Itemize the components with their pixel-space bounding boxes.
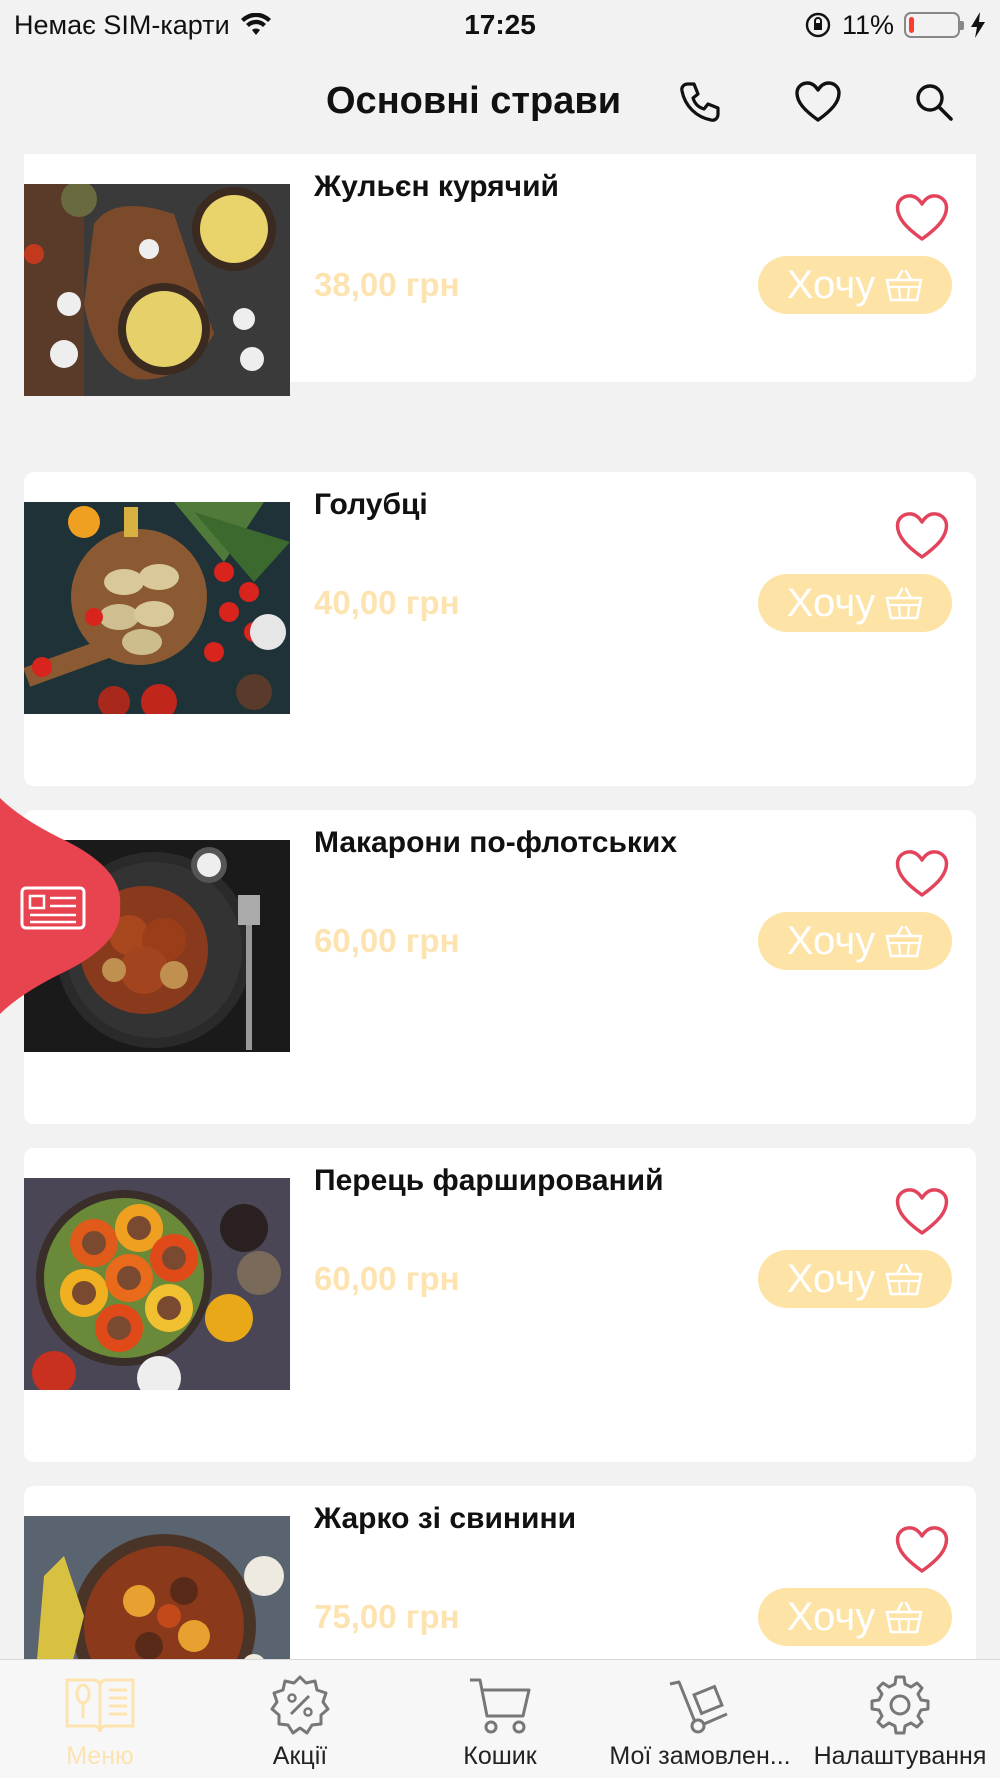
dish-list[interactable]: Жульєн курячий 38,00 грн Хочу Голубці 40… bbox=[0, 154, 1000, 1659]
cart-icon bbox=[470, 1678, 531, 1734]
tab-promotions[interactable]: Акції bbox=[200, 1660, 400, 1778]
wifi-icon bbox=[240, 13, 271, 35]
status-left: Немає SIM-карти bbox=[14, 10, 272, 41]
favorite-button[interactable] bbox=[894, 1186, 950, 1238]
heart-outline-icon bbox=[895, 1526, 949, 1573]
tab-label: Налаштування bbox=[813, 1742, 987, 1770]
basket-icon bbox=[885, 1263, 923, 1296]
heart-outline-icon bbox=[895, 512, 949, 559]
tab-bar: Меню Акції Кошик Мої замовлен... Налашту… bbox=[0, 1659, 1000, 1778]
dish-image bbox=[24, 1516, 290, 1659]
tab-label: Кошик bbox=[463, 1742, 537, 1770]
status-right: 11% bbox=[804, 10, 986, 41]
favorite-button[interactable] bbox=[894, 848, 950, 900]
want-button-label: Хочу bbox=[786, 918, 876, 963]
charging-icon bbox=[971, 12, 985, 38]
favorite-button[interactable] bbox=[894, 510, 950, 562]
dish-price: 38,00 грн bbox=[314, 266, 460, 303]
dish-card[interactable]: Жульєн курячий 38,00 грн Хочу bbox=[24, 154, 976, 396]
orientation-lock-icon bbox=[805, 12, 831, 38]
dish-price: 40,00 грн bbox=[314, 584, 460, 621]
hand-truck-icon bbox=[669, 1680, 728, 1734]
dish-image bbox=[24, 184, 290, 396]
favorite-button[interactable] bbox=[894, 192, 950, 244]
battery-percent: 11% bbox=[841, 9, 894, 40]
dish-price: 60,00 грн bbox=[314, 922, 460, 959]
dish-name: Жарко зі свинини bbox=[314, 1502, 577, 1535]
heart-outline-icon bbox=[895, 1188, 949, 1235]
discount-icon bbox=[270, 1675, 330, 1735]
dish-card[interactable]: Перець фарширований 60,00 грн Хочу bbox=[24, 1148, 976, 1462]
gear-icon bbox=[870, 1675, 930, 1735]
basket-icon bbox=[885, 925, 923, 958]
favorites-button[interactable] bbox=[792, 76, 844, 128]
want-button-label: Хочу bbox=[786, 1256, 876, 1301]
want-button[interactable]: Хочу bbox=[758, 912, 952, 970]
dish-image bbox=[24, 502, 290, 714]
menu-book-icon bbox=[65, 1678, 135, 1733]
tab-settings[interactable]: Налаштування bbox=[800, 1660, 1000, 1778]
tab-label: Меню bbox=[66, 1742, 134, 1770]
tab-menu[interactable]: Меню bbox=[0, 1660, 200, 1778]
heart-icon bbox=[795, 81, 841, 122]
tab-label: Акції bbox=[272, 1742, 328, 1770]
search-button[interactable] bbox=[908, 76, 960, 128]
want-button-label: Хочу bbox=[786, 580, 876, 625]
search-icon bbox=[916, 84, 953, 121]
status-bar: Немає SIM-карти 17:25 11% bbox=[0, 0, 1000, 50]
want-button-label: Хочу bbox=[786, 262, 876, 307]
tab-label: Мої замовлен... bbox=[609, 1742, 791, 1770]
favorite-button[interactable] bbox=[894, 1524, 950, 1576]
tab-cart[interactable]: Кошик bbox=[400, 1660, 600, 1778]
want-button[interactable]: Хочу bbox=[758, 256, 952, 314]
tab-orders[interactable]: Мої замовлен... bbox=[600, 1660, 800, 1778]
phone-button[interactable] bbox=[674, 76, 726, 128]
dish-name: Перець фарширований bbox=[314, 1164, 664, 1197]
dish-name: Голубці bbox=[314, 488, 428, 521]
want-button[interactable]: Хочу bbox=[758, 1250, 952, 1308]
page-title: Основні страви bbox=[326, 80, 622, 122]
dish-name: Жульєн курячий bbox=[314, 170, 559, 203]
dish-card[interactable]: Жарко зі свинини 75,00 грн Хочу bbox=[24, 1486, 976, 1659]
side-menu-tab[interactable] bbox=[0, 798, 124, 1014]
battery-fill bbox=[909, 17, 915, 33]
heart-outline-icon bbox=[895, 850, 949, 897]
want-button-label: Хочу bbox=[786, 1594, 876, 1639]
phone-icon bbox=[680, 82, 720, 122]
heart-outline-icon bbox=[895, 194, 949, 241]
dish-image bbox=[24, 1178, 290, 1390]
dish-card[interactable]: Голубці 40,00 грн Хочу bbox=[24, 472, 976, 786]
basket-icon bbox=[885, 1601, 923, 1634]
battery-icon bbox=[904, 12, 964, 38]
dish-price: 60,00 грн bbox=[314, 1260, 460, 1297]
basket-icon bbox=[885, 269, 923, 302]
want-button[interactable]: Хочу bbox=[758, 574, 952, 632]
dish-price: 75,00 грн bbox=[314, 1598, 460, 1635]
dish-card[interactable]: Макарони по-флотських 60,00 грн Хочу bbox=[24, 810, 976, 1124]
basket-icon bbox=[885, 587, 923, 620]
carrier-label: Немає SIM-карти bbox=[14, 9, 230, 40]
header: Основні страви bbox=[0, 50, 1000, 154]
dish-name: Макарони по-флотських bbox=[314, 826, 678, 859]
want-button[interactable]: Хочу bbox=[758, 1588, 952, 1646]
